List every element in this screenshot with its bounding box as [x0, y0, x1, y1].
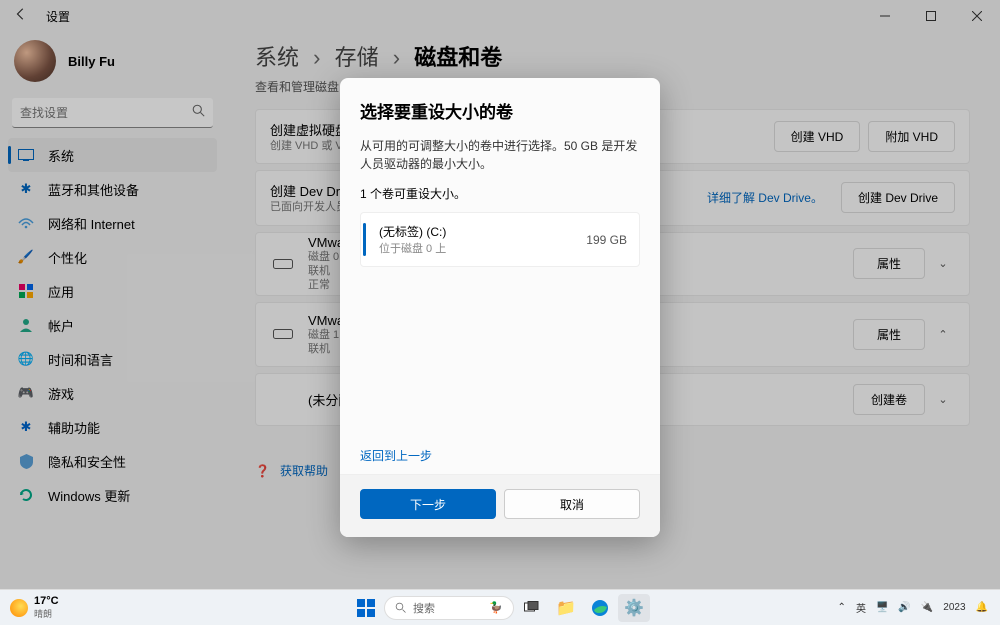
task-view-button[interactable] [516, 594, 548, 622]
dialog-back-link[interactable]: 返回到上一步 [360, 447, 640, 464]
resize-volume-dialog: 选择要重设大小的卷 从可用的可调整大小的卷中进行选择。50 GB 是开发人员驱动… [340, 78, 660, 537]
taskbar: 17°C 晴朗 搜索 🦆 📁 ⚙️ ⌃ 英 🖥️ 🔊 🔌 2023 🔔 [0, 589, 1000, 625]
volume-name: (无标签) (C:) [379, 223, 586, 240]
modal-overlay: 选择要重设大小的卷 从可用的可调整大小的卷中进行选择。50 GB 是开发人员驱动… [0, 0, 1000, 625]
cancel-button[interactable]: 取消 [504, 489, 640, 519]
edge-icon[interactable] [584, 594, 616, 622]
tray-network-icon[interactable]: 🖥️ [876, 602, 888, 613]
tray-battery-icon[interactable]: 🔌 [921, 602, 933, 613]
tray-chevron-icon[interactable]: ⌃ [838, 602, 846, 613]
taskbar-search[interactable]: 搜索 🦆 [384, 596, 514, 620]
taskbar-weather[interactable]: 17°C 晴朗 [0, 595, 59, 620]
next-button[interactable]: 下一步 [360, 489, 496, 519]
notifications-icon[interactable]: 🔔 [976, 602, 988, 613]
ime-indicator[interactable]: 英 [856, 600, 866, 615]
volume-item[interactable]: (无标签) (C:) 位于磁盘 0 上 199 GB [360, 212, 640, 267]
volume-size: 199 GB [586, 233, 627, 247]
volume-location: 位于磁盘 0 上 [379, 240, 586, 256]
explorer-icon[interactable]: 📁 [550, 594, 582, 622]
dialog-title: 选择要重设大小的卷 [360, 98, 640, 123]
start-button[interactable] [350, 594, 382, 622]
dialog-description: 从可用的可调整大小的卷中进行选择。50 GB 是开发人员驱动器的最小大小。 [360, 137, 640, 173]
dialog-count: 1 个卷可重设大小。 [360, 185, 640, 202]
weather-icon [10, 599, 28, 617]
tray-clock[interactable]: 2023 [943, 602, 965, 613]
settings-icon[interactable]: ⚙️ [618, 594, 650, 622]
tray-volume-icon[interactable]: 🔊 [898, 602, 910, 613]
